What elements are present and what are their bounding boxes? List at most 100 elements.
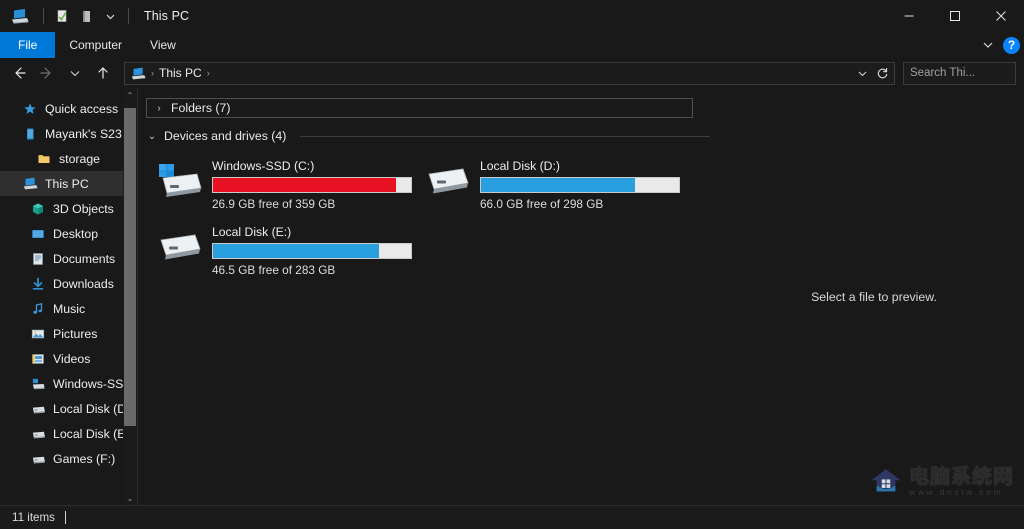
drive-free-space: 66.0 GB free of 298 GB: [480, 197, 604, 211]
forward-button[interactable]: [34, 61, 60, 85]
folder-icon: [36, 151, 52, 167]
preview-pane: Select a file to preview. 电脑系统网 www.dnxt…: [724, 88, 1024, 505]
address-dropdown-icon[interactable]: [852, 63, 872, 84]
sidebar-item-label: Desktop: [53, 226, 99, 241]
status-caret: [64, 511, 66, 524]
star-icon: [22, 101, 38, 117]
watermark-url: www.dnxtw.com: [909, 486, 1004, 497]
address-bar: › This PC ›: [0, 58, 1024, 88]
sidebar-item-this-pc[interactable]: This PC: [0, 171, 137, 196]
search-box[interactable]: [903, 61, 1024, 85]
drive-usage-fill: [213, 244, 379, 258]
sidebar-item-mayanks-s23[interactable]: Mayank's S23: [0, 121, 137, 146]
sidebar-item-desktop[interactable]: Desktop: [0, 221, 137, 246]
drive-icon: [424, 157, 472, 203]
help-icon[interactable]: ?: [1003, 36, 1020, 54]
drive-item-local-disk-e[interactable]: Local Disk (E:) 46.5 GB free of 283 GB: [152, 220, 420, 282]
customize-quick-access-icon[interactable]: [99, 5, 121, 27]
drive-free-space: 26.9 GB free of 359 GB: [212, 197, 336, 211]
breadcrumb-separator-1[interactable]: ›: [205, 68, 212, 78]
this-pc-icon[interactable]: [6, 7, 34, 25]
sidebar-item-local-disk-d[interactable]: Local Disk (D:): [0, 396, 137, 421]
window-controls: [886, 0, 1024, 32]
drive-icon: [156, 223, 204, 269]
drive-item-windows-ssd-c[interactable]: Windows-SSD (C:) 26.9 GB free of 359 GB: [152, 154, 420, 216]
drive-icon: [30, 451, 46, 467]
drives-grid: Windows-SSD (C:) 26.9 GB free of 359 GB: [146, 148, 716, 286]
qat-divider: [43, 8, 44, 24]
preview-message: Select a file to preview.: [811, 289, 937, 304]
music-icon: [30, 301, 46, 317]
scrollbar-thumb[interactable]: [124, 108, 136, 426]
breadcrumb[interactable]: › This PC ›: [124, 61, 895, 85]
properties-icon[interactable]: [51, 5, 73, 27]
qat-divider-2: [128, 8, 129, 24]
sidebar-item-label: Downloads: [53, 276, 114, 291]
drive-icon: [30, 401, 46, 417]
drive-name: Windows-SSD (C:): [212, 159, 315, 173]
drive-free-space: 46.5 GB free of 283 GB: [212, 263, 336, 277]
window-title: This PC: [144, 9, 190, 23]
file-explorer-window: This PC File Computer View ? › This PC ›…: [0, 0, 1024, 529]
tab-computer[interactable]: Computer: [55, 32, 136, 58]
ribbon-right-controls: ?: [981, 32, 1020, 58]
group-header-folders[interactable]: › Folders (7): [146, 98, 693, 118]
drive-item-local-disk-d[interactable]: Local Disk (D:) 66.0 GB free of 298 GB: [420, 154, 688, 216]
sidebar-item-windows-ssd[interactable]: Windows-SSD: [0, 371, 137, 396]
documents-icon: [30, 251, 46, 267]
house-logo: [871, 469, 901, 492]
chevron-down-icon[interactable]: [981, 38, 995, 52]
tab-view[interactable]: View: [136, 32, 190, 58]
up-button[interactable]: [90, 61, 116, 85]
refresh-icon[interactable]: [872, 63, 892, 84]
sidebar-item-label: 3D Objects: [53, 201, 114, 216]
title-bar: This PC: [0, 0, 1024, 32]
sidebar-item-local-disk-e[interactable]: Local Disk (E:): [0, 421, 137, 446]
sidebar-item-videos[interactable]: Videos: [0, 346, 137, 371]
sidebar-item-label: Music: [53, 301, 86, 316]
sidebar-item-label: Mayank's S23: [45, 126, 122, 141]
file-list-pane: › Folders (7) ⌄ Devices and drives (4) W…: [138, 88, 724, 505]
drive-info: Local Disk (E:) 46.5 GB free of 283 GB: [212, 223, 416, 277]
tab-file[interactable]: File: [0, 32, 56, 58]
chevron-right-icon[interactable]: ›: [153, 103, 165, 114]
back-button[interactable]: [6, 61, 32, 85]
group-title: Devices and drives (4): [164, 129, 287, 143]
sidebar-item-games-f[interactable]: Games (F:): [0, 446, 137, 471]
sidebar-item-label: Quick access: [45, 101, 119, 116]
drive-usage-fill: [481, 178, 636, 192]
downloads-icon: [30, 276, 46, 292]
chevron-down-icon[interactable]: ⌄: [146, 131, 158, 142]
sidebar-item-3d-objects[interactable]: 3D Objects: [0, 196, 137, 221]
windows-drive-icon: [156, 157, 204, 203]
sidebar-item-music[interactable]: Music: [0, 296, 137, 321]
drive-usage-bar: [480, 177, 680, 193]
sidebar-item-label: Local Disk (E:): [53, 426, 133, 441]
sidebar-scrollbar[interactable]: ⌃ ⌄: [123, 88, 137, 505]
sidebar-item-quick-access[interactable]: Quick access: [0, 96, 137, 121]
sidebar-item-storage[interactable]: storage: [0, 146, 137, 171]
sidebar-item-label: Documents: [53, 251, 116, 266]
sidebar-item-downloads[interactable]: Downloads: [0, 271, 137, 296]
scroll-up-icon[interactable]: ⌃: [123, 88, 137, 102]
drive-usage-fill: [213, 178, 397, 192]
group-header-devices-and-drives[interactable]: ⌄ Devices and drives (4): [146, 126, 724, 146]
breadcrumb-separator-0: ›: [151, 68, 154, 78]
sidebar-item-label: storage: [59, 151, 101, 166]
scrollbar-track[interactable]: [123, 102, 137, 491]
drive-info: Windows-SSD (C:) 26.9 GB free of 359 GB: [212, 157, 416, 211]
drive-usage-bar: [212, 243, 412, 259]
recent-locations-button[interactable]: [62, 61, 88, 85]
search-input[interactable]: [910, 67, 1024, 79]
minimize-button[interactable]: [886, 0, 932, 32]
scroll-down-icon[interactable]: ⌄: [123, 491, 137, 505]
new-folder-icon[interactable]: [75, 5, 97, 27]
sidebar-item-label: Pictures: [53, 326, 98, 341]
breadcrumb-segment-this-pc[interactable]: This PC: [156, 66, 205, 80]
sidebar-item-pictures[interactable]: Pictures: [0, 321, 137, 346]
maximize-button[interactable]: [932, 0, 978, 32]
drive-info: Local Disk (D:) 66.0 GB free of 298 GB: [480, 157, 684, 211]
close-button[interactable]: [978, 0, 1024, 32]
sidebar-item-documents[interactable]: Documents: [0, 246, 137, 271]
drive-usage-bar: [212, 177, 412, 193]
